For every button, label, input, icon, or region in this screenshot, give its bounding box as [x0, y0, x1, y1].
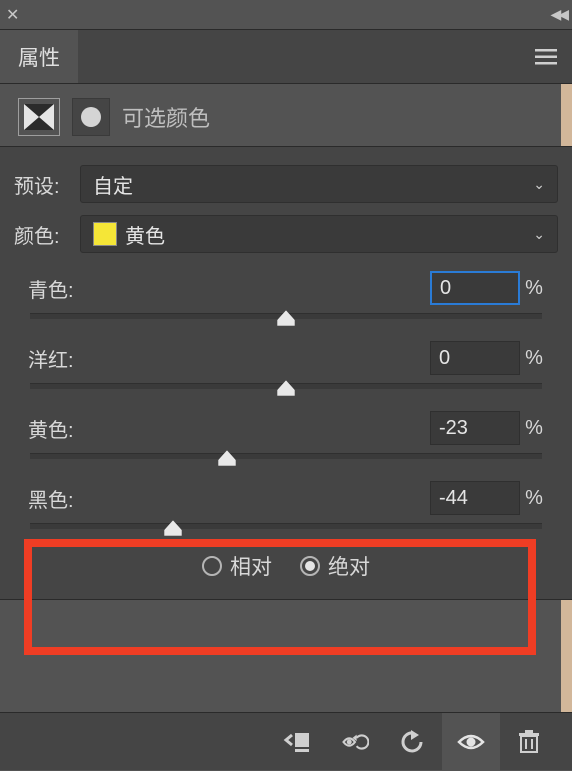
cyan-label: 青色: — [24, 274, 430, 303]
eye-icon — [457, 730, 485, 754]
pct-sign: % — [520, 277, 548, 300]
color-row: 颜色: 黄色 ⌄ — [14, 215, 558, 253]
radio-relative[interactable]: 相对 — [202, 551, 272, 581]
magenta-track[interactable] — [30, 383, 542, 389]
yellow-input[interactable] — [430, 411, 520, 445]
slider-cyan: 青色: % — [20, 271, 552, 319]
chevron-down-icon: ⌄ — [533, 226, 545, 243]
visibility-toggle-button[interactable] — [442, 713, 500, 771]
reset-button[interactable] — [384, 713, 442, 771]
yellow-track[interactable] — [30, 453, 542, 459]
cyan-thumb[interactable] — [277, 310, 295, 326]
magenta-label: 洋红: — [24, 344, 430, 373]
color-dropdown[interactable]: 黄色 ⌄ — [80, 215, 558, 253]
selective-color-icon[interactable] — [18, 98, 60, 136]
cyan-input[interactable] — [430, 271, 520, 305]
cyan-track[interactable] — [30, 313, 542, 319]
radio-icon-selected — [300, 556, 320, 576]
delete-button[interactable] — [500, 713, 558, 771]
panel-menu-button[interactable] — [520, 30, 572, 83]
tab-label: 属性 — [18, 42, 60, 72]
hamburger-icon — [535, 48, 557, 66]
slider-yellow: 黄色: % — [20, 411, 552, 459]
trash-icon — [515, 730, 543, 754]
radio-absolute[interactable]: 绝对 — [300, 551, 370, 581]
eye-cycle-icon — [341, 730, 369, 754]
magenta-thumb[interactable] — [277, 380, 295, 396]
pct-sign: % — [520, 347, 548, 370]
chevron-down-icon: ⌄ — [533, 176, 545, 193]
clip-to-layer-button[interactable] — [268, 713, 326, 771]
magenta-input[interactable] — [430, 341, 520, 375]
color-swatch — [93, 222, 117, 246]
radio-absolute-label: 绝对 — [328, 551, 370, 581]
slider-magenta: 洋红: % — [20, 341, 552, 389]
tab-properties[interactable]: 属性 — [0, 30, 78, 83]
adjustment-header: 可选颜色 — [0, 84, 572, 146]
color-label: 颜色: — [14, 220, 70, 249]
tab-bar: 属性 — [0, 30, 572, 84]
black-input[interactable] — [430, 481, 520, 515]
slider-section: 青色: % 洋红: % — [14, 265, 558, 581]
preset-label: 预设: — [14, 170, 70, 199]
mask-circle-icon — [81, 107, 101, 127]
close-icon[interactable]: ✕ — [6, 5, 19, 25]
preset-dropdown[interactable]: 自定 ⌄ — [80, 165, 558, 203]
preset-row: 预设: 自定 ⌄ — [14, 165, 558, 203]
radio-icon — [202, 556, 222, 576]
collapse-icon[interactable]: ◀◀ — [550, 6, 566, 23]
adjustment-title: 可选颜色 — [122, 101, 210, 133]
reset-icon — [399, 730, 427, 754]
pct-sign: % — [520, 487, 548, 510]
selective-color-panel: 预设: 自定 ⌄ 颜色: 黄色 ⌄ 青色: % — [0, 146, 572, 600]
yellow-label: 黄色: — [24, 414, 430, 443]
black-thumb[interactable] — [164, 520, 182, 536]
panel-footer — [0, 712, 572, 770]
method-radio-group: 相对 绝对 — [20, 551, 552, 581]
preset-value: 自定 — [93, 170, 133, 199]
mask-icon[interactable] — [72, 98, 110, 136]
black-track[interactable] — [30, 523, 542, 529]
panel-titlebar: ✕ ◀◀ — [0, 0, 572, 30]
clip-icon — [283, 730, 311, 754]
color-value: 黄色 — [125, 220, 165, 249]
radio-relative-label: 相对 — [230, 551, 272, 581]
black-label: 黑色: — [24, 484, 430, 513]
pct-sign: % — [520, 417, 548, 440]
yellow-thumb[interactable] — [218, 450, 236, 466]
view-previous-button[interactable] — [326, 713, 384, 771]
slider-black: 黑色: % — [20, 481, 552, 529]
